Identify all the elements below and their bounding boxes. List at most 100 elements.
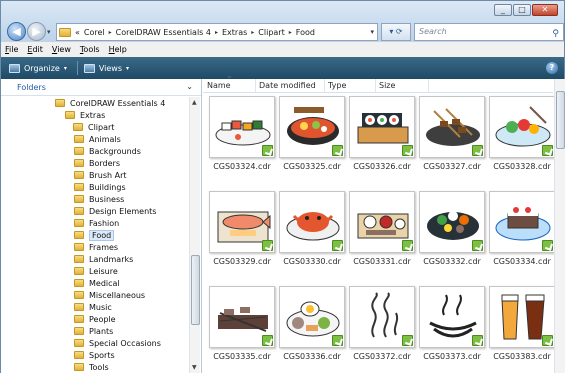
breadcrumb-separator-icon[interactable]: ▸	[109, 29, 112, 36]
coreldraw-file-badge-icon	[402, 240, 413, 251]
file-tile[interactable]: CGS03324.cdr	[207, 96, 277, 174]
folder-tree-item[interactable]: Special Occasions	[74, 337, 161, 349]
file-name: CGS03335.cdr	[213, 352, 271, 361]
folder-tree-item[interactable]: Buildings	[74, 181, 126, 193]
column-header-name[interactable]: Name	[207, 81, 231, 90]
folder-tree-item[interactable]: Landmarks	[74, 253, 133, 265]
address-bar[interactable]: « Corel ▸ CorelDRAW Essentials 4 ▸ Extra…	[56, 23, 378, 41]
breadcrumb-extras[interactable]: Extras	[222, 28, 247, 37]
file-name: CGS03373.cdr	[423, 352, 481, 361]
folder-tree-item[interactable]: Plants	[74, 325, 113, 337]
coreldraw-file-badge-icon	[472, 335, 483, 346]
folder-tree-item[interactable]: Fashion	[74, 217, 119, 229]
file-tile[interactable]: CGS03336.cdr	[277, 286, 347, 364]
file-name: CGS03334.cdr	[493, 257, 551, 266]
search-input[interactable]: Search ⚲	[414, 23, 564, 41]
column-divider[interactable]	[375, 79, 376, 93]
file-tile[interactable]: CGS03326.cdr	[347, 96, 417, 174]
folder-tree-item[interactable]: Food	[74, 229, 115, 241]
menu-file[interactable]: File	[5, 45, 18, 54]
folders-header[interactable]: Folders ⌄	[1, 79, 201, 96]
close-button[interactable]: ✕	[532, 4, 558, 16]
folder-tree-item[interactable]: CorelDRAW Essentials 4	[55, 97, 165, 109]
folder-tree-item[interactable]: Animals	[74, 133, 121, 145]
folder-tree-item[interactable]: Leisure	[74, 265, 118, 277]
folder-icon	[74, 363, 84, 371]
folder-icon	[74, 195, 84, 203]
folder-tree-item[interactable]: Medical	[74, 277, 120, 289]
folder-tree-item[interactable]: Tools	[74, 361, 109, 373]
minimize-button[interactable]: _	[494, 4, 512, 16]
folder-tree-item[interactable]: Borders	[74, 157, 120, 169]
file-tile[interactable]: CGS03331.cdr	[347, 191, 417, 269]
folder-tree-item[interactable]: Brush Art	[74, 169, 127, 181]
scroll-thumb[interactable]	[191, 255, 200, 325]
file-tile[interactable]: CGS03328.cdr	[487, 96, 557, 174]
file-tile[interactable]: CGS03325.cdr	[277, 96, 347, 174]
file-tile[interactable]: CGS03330.cdr	[277, 191, 347, 269]
column-divider[interactable]	[428, 79, 429, 93]
menu-tools[interactable]: Tools	[80, 45, 100, 54]
column-divider[interactable]	[255, 79, 256, 93]
folder-tree-item[interactable]: Backgrounds	[74, 145, 141, 157]
folder-tree-item[interactable]: Music	[74, 301, 112, 313]
clipart-thumbnail	[419, 96, 485, 158]
menu-edit[interactable]: Edit	[27, 45, 43, 54]
folder-tree-item[interactable]: Sports	[74, 349, 115, 361]
back-button[interactable]: ◀	[7, 22, 26, 41]
folder-icon	[74, 291, 84, 299]
address-dropdown-icon[interactable]: ▾	[370, 28, 374, 36]
file-tile[interactable]: CGS03335.cdr	[207, 286, 277, 364]
help-icon[interactable]: ?	[546, 62, 558, 74]
maximize-button[interactable]: □	[513, 4, 531, 16]
scroll-thumb[interactable]	[556, 91, 565, 149]
folder-icon	[59, 27, 71, 37]
menu-help[interactable]: Help	[109, 45, 127, 54]
folder-tree-item[interactable]: Design Elements	[74, 205, 156, 217]
breadcrumb-separator-icon[interactable]: ▸	[251, 29, 254, 36]
folder-tree-item[interactable]: Miscellaneous	[74, 289, 145, 301]
column-header-type[interactable]: Type	[328, 81, 346, 90]
folder-tree-item[interactable]: People	[74, 313, 116, 325]
folder-tree-scrollbar[interactable]: ▲ ▼	[189, 97, 200, 373]
folder-tree-item[interactable]: Frames	[74, 241, 118, 253]
folder-tree-item[interactable]: Clipart	[73, 121, 114, 133]
menu-view[interactable]: View	[52, 45, 71, 54]
breadcrumb-separator-icon[interactable]: ▸	[215, 29, 218, 36]
breadcrumb-clipart[interactable]: Clipart	[258, 28, 284, 37]
files-scrollbar[interactable]	[554, 79, 565, 373]
file-tile[interactable]: CGS03373.cdr	[417, 286, 487, 364]
scroll-down-icon[interactable]: ▼	[192, 364, 197, 371]
folder-tree-item[interactable]: Extras	[65, 109, 105, 121]
organize-button[interactable]: Organize ▾	[9, 63, 67, 73]
forward-button[interactable]: ▶	[27, 22, 46, 41]
collapse-chevron-icon[interactable]: ⌄	[186, 82, 193, 91]
file-tile[interactable]: CGS03332.cdr	[417, 191, 487, 269]
file-tile[interactable]: CGS03327.cdr	[417, 96, 487, 174]
breadcrumb-coreldraw[interactable]: CorelDRAW Essentials 4	[116, 28, 211, 37]
column-divider[interactable]	[324, 79, 325, 93]
file-tile[interactable]: CGS03372.cdr	[347, 286, 417, 364]
clipart-thumbnail	[349, 96, 415, 158]
breadcrumb-corel[interactable]: Corel	[84, 28, 105, 37]
breadcrumb-overflow[interactable]: «	[75, 28, 80, 37]
file-tile[interactable]: CGS03329.cdr	[207, 191, 277, 269]
folder-icon	[74, 339, 84, 347]
organize-icon	[9, 63, 20, 73]
folder-icon	[74, 159, 84, 167]
refresh-button[interactable]: ▾ ⟳	[381, 23, 411, 41]
views-button[interactable]: Views ▾	[83, 63, 129, 73]
search-icon[interactable]: ⚲	[552, 26, 559, 42]
breadcrumb-food[interactable]: Food	[296, 28, 315, 37]
folder-icon	[74, 231, 84, 239]
column-header-date-modified[interactable]: Date modified	[259, 81, 316, 90]
views-icon	[83, 63, 95, 73]
file-tile[interactable]: CGS03383.cdr	[487, 286, 557, 364]
folder-tree-item[interactable]: Business	[74, 193, 124, 205]
file-name: CGS03372.cdr	[353, 352, 411, 361]
scroll-up-icon[interactable]: ▲	[192, 99, 197, 106]
recent-pages-dropdown-icon[interactable]: ▾	[47, 28, 51, 36]
breadcrumb-separator-icon[interactable]: ▸	[289, 29, 292, 36]
column-header-size[interactable]: Size	[379, 81, 395, 90]
file-tile[interactable]: CGS03334.cdr	[487, 191, 557, 269]
